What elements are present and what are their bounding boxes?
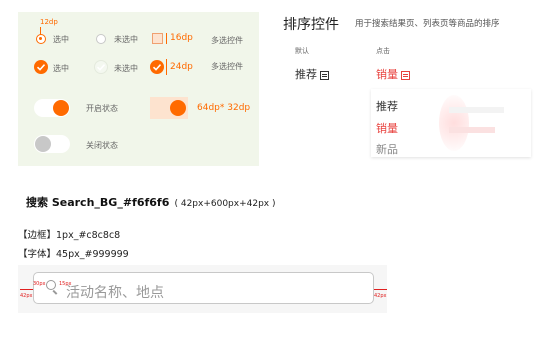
sort-menu-item[interactable]: 推荐 <box>376 98 398 114</box>
check-icon <box>96 64 106 71</box>
radio-unchecked-label: 未选中 <box>114 35 138 44</box>
size-16-swatch <box>152 33 163 44</box>
sort-menu-item[interactable]: 销量 <box>376 120 398 136</box>
sort-active-button[interactable]: 销量 <box>376 66 410 82</box>
sort-label: 推荐 <box>295 68 317 81</box>
toggle-size-sample <box>150 97 188 119</box>
measure-line <box>20 289 33 290</box>
toggle-knob <box>53 100 69 116</box>
search-heading-title: 搜索 Search_BG_#f6f6f6 <box>26 196 170 209</box>
radio-checked[interactable] <box>36 34 46 44</box>
checkbox-checked-label: 选中 <box>53 64 69 73</box>
radio-unchecked[interactable] <box>96 34 106 44</box>
checkbox-checked[interactable] <box>34 60 48 74</box>
sort-default-button[interactable]: 推荐 <box>295 66 329 82</box>
checkbox-size-sample <box>150 60 164 74</box>
click-state-label: 点击 <box>376 47 390 55</box>
toggle-off-label: 关闭状态 <box>86 141 118 150</box>
toggle-off[interactable] <box>34 135 70 153</box>
size-24-label: 24dp <box>170 62 193 72</box>
icon-offset-label: 30px <box>33 281 46 287</box>
radio-checked-label: 选中 <box>53 35 69 44</box>
dimension-marker <box>166 33 167 44</box>
measure-line <box>374 289 387 290</box>
toggle-on[interactable] <box>34 99 70 117</box>
check-icon <box>152 64 162 71</box>
multi-select-label: 多选控件 <box>211 62 243 71</box>
left-margin-label: 42px <box>20 293 33 299</box>
search-placeholder: 活动名称、地点 <box>66 285 164 301</box>
right-margin-label: 42px <box>374 293 387 299</box>
text-offset-label: 15px <box>59 281 72 287</box>
checkbox-unchecked[interactable] <box>94 60 108 74</box>
font-spec: 【字体】45px_#999999 <box>18 249 129 260</box>
default-state-label: 默认 <box>295 47 309 55</box>
toggle-knob <box>170 100 186 116</box>
sort-description: 用于搜索结果页、列表页等商品的排序 <box>355 19 500 29</box>
search-heading: 搜索 Search_BG_#f6f6f6 ( 42px+600px+42px ) <box>26 191 276 210</box>
border-spec: 【边框】1px_#c8c8c8 <box>18 230 121 241</box>
dimension-marker <box>166 59 167 75</box>
search-heading-spec: ( 42px+600px+42px ) <box>174 199 276 209</box>
filter-icon <box>320 70 329 80</box>
check-icon <box>36 64 46 71</box>
blurred-text <box>449 107 504 113</box>
multi-select-label: 多选控件 <box>211 36 243 45</box>
search-icon <box>46 280 56 290</box>
size-12-label: 12dp <box>40 18 58 26</box>
sort-label: 销量 <box>376 68 398 81</box>
toggle-size-label: 64dp* 32dp <box>197 103 251 113</box>
checkbox-unchecked-label: 未选中 <box>114 64 138 73</box>
toggle-knob <box>35 136 51 152</box>
size-16-label: 16dp <box>170 33 193 43</box>
blurred-product-image <box>439 95 469 151</box>
blurred-price <box>449 127 495 133</box>
filter-icon <box>401 70 410 80</box>
sort-menu-item[interactable]: 新品 <box>376 141 398 157</box>
sort-title: 排序控件 <box>283 17 339 33</box>
toggle-on-label: 开启状态 <box>86 104 118 113</box>
